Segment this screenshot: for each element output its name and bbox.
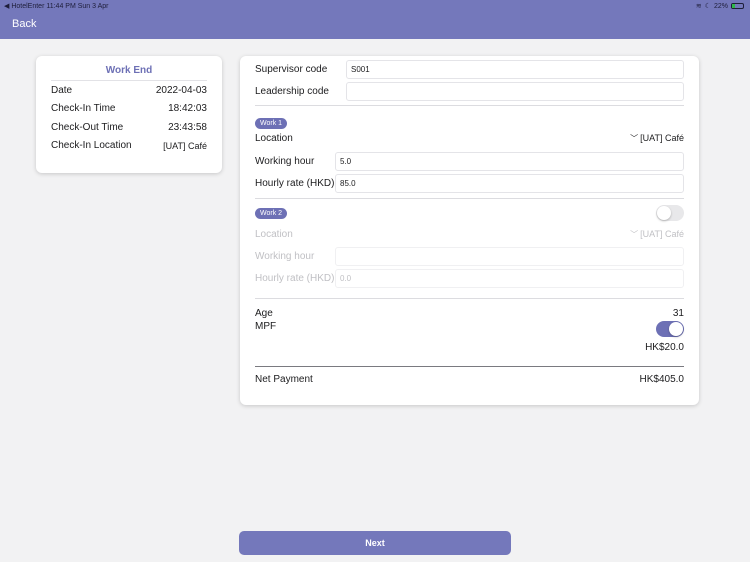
work2-location-row: Location ﹀ [UAT] Café [255, 223, 684, 245]
row-label: Check-In Time [51, 103, 116, 115]
work1-rate-input[interactable]: 85.0 [335, 173, 684, 193]
divider [255, 198, 684, 199]
battery-percent: 22% [713, 2, 728, 10]
status-bar-left: ◀ HotelEnter 11:44 PM Sun 3 Apr [4, 3, 109, 10]
work2-location-label: Location [255, 228, 293, 240]
work1-rate-row: Hourly rate (HKD) 85.0 [255, 172, 684, 194]
supervisor-label: Supervisor code [255, 63, 328, 75]
row-label: Date [51, 84, 73, 96]
mpf-toggle[interactable] [656, 321, 684, 337]
chevron-down-icon: ﹀ [630, 133, 639, 143]
work2-toggle[interactable] [656, 205, 684, 221]
work2-hour-input [335, 246, 684, 266]
row-value: [UAT] Café [163, 140, 207, 151]
work2-rate-input: 0.0 [335, 268, 684, 288]
leadership-row: Leadership code [255, 80, 684, 102]
row-value: 18:42:03 [168, 103, 207, 115]
work2-rate-row: Hourly rate (HKD) 0.0 [255, 267, 684, 289]
net-payment-label: Net Payment [255, 374, 313, 385]
battery-icon [731, 3, 744, 9]
selected-value: [UAT] Café [640, 228, 684, 239]
mpf-row: MPF [255, 321, 684, 341]
wifi-icon: ≋ [695, 3, 702, 10]
row-label: Check-In Location [51, 140, 132, 152]
work1-badge: Work 1 [255, 118, 288, 129]
moon-icon: ☾ [704, 3, 711, 10]
payment-form-card: Supervisor code S001 Leadership code Wor… [240, 56, 699, 405]
supervisor-row: Supervisor code S001 [255, 58, 684, 80]
work2-rate-label: Hourly rate (HKD) [255, 272, 335, 284]
work2-hour-label: Working hour [255, 250, 315, 262]
work2-badge: Work 2 [255, 207, 288, 219]
summary-row-date: Date 2022-04-03 [51, 81, 207, 100]
work2-hour-row: Working hour [255, 245, 684, 267]
work1-hour-input[interactable]: 5.0 [335, 151, 684, 171]
work1-badge-row: Work 1 [255, 112, 684, 129]
net-payment-value: HK$405.0 [639, 374, 684, 385]
work1-rate-label: Hourly rate (HKD) [255, 177, 335, 189]
work-summary-card: Work End Date 2022-04-03 Check-In Time 1… [36, 56, 222, 173]
age-row: Age 31 [255, 307, 684, 319]
toggle-knob [657, 206, 671, 220]
next-button[interactable]: Next [239, 531, 511, 555]
work2-header-row: Work 2 [255, 204, 684, 222]
divider [255, 366, 684, 367]
back-button[interactable]: Back [12, 18, 36, 30]
work1-hour-label: Working hour [255, 155, 315, 167]
summary-title: Work End [51, 56, 207, 81]
mpf-amount: HK$20.0 [645, 342, 684, 353]
row-value: 23:43:58 [168, 121, 207, 133]
leadership-label: Leadership code [255, 85, 329, 97]
selected-value: [UAT] Café [640, 132, 684, 143]
divider [255, 298, 684, 299]
age-value: 31 [672, 307, 684, 319]
mpf-label: MPF [255, 321, 277, 332]
chevron-down-icon: ﹀ [630, 229, 639, 239]
summary-row-check-out: Check-Out Time 23:43:58 [51, 118, 207, 137]
top-bar: ◀ HotelEnter 11:44 PM Sun 3 Apr ≋ ☾ 22% … [0, 0, 750, 39]
toggle-knob [669, 322, 683, 336]
work1-location-row[interactable]: Location ﹀ [UAT] Café [255, 127, 684, 149]
work1-hour-row: Working hour 5.0 [255, 150, 684, 172]
summary-row-location: Check-In Location [UAT] Café [51, 137, 207, 156]
row-value: 2022-04-03 [155, 84, 207, 96]
leadership-code-input[interactable] [346, 81, 684, 101]
age-label: Age [255, 307, 273, 319]
supervisor-code-input[interactable]: S001 [346, 59, 684, 79]
status-bar-right: ≋ ☾ 22% [696, 2, 744, 10]
work2-location-select: ﹀ [UAT] Café [630, 229, 684, 240]
work1-location-select[interactable]: ﹀ [UAT] Café [630, 133, 684, 144]
work1-location-label: Location [255, 132, 293, 144]
divider [255, 105, 684, 106]
summary-row-check-in: Check-In Time 18:42:03 [51, 100, 207, 119]
row-label: Check-Out Time [51, 121, 124, 133]
net-payment-row: Net Payment HK$405.0 [255, 374, 684, 385]
